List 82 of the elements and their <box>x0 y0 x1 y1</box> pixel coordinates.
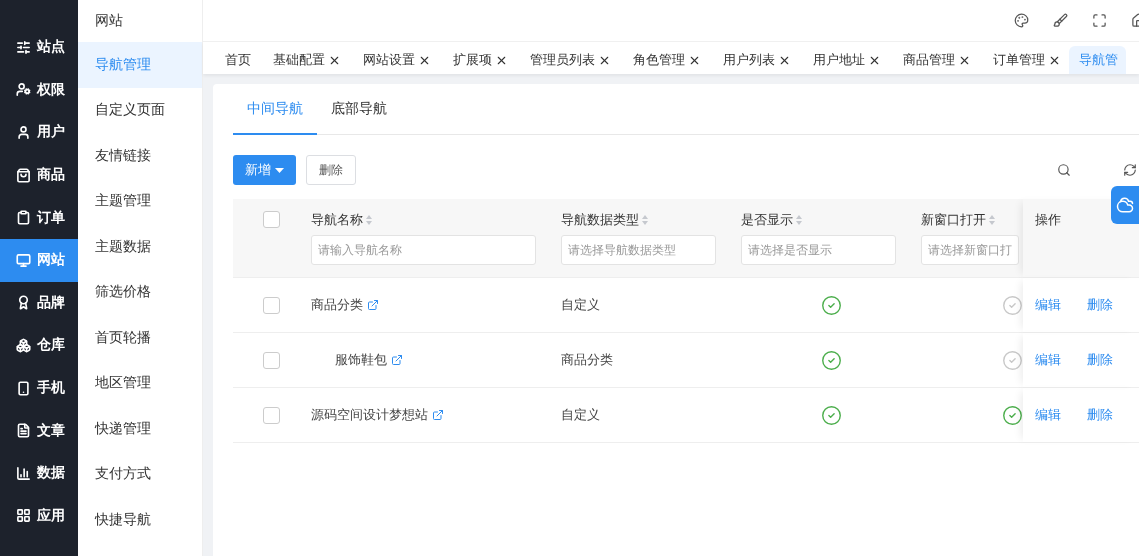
filter-field[interactable]: 请输入导航名称 <box>311 235 536 265</box>
nav-item[interactable]: 商品 <box>0 153 78 197</box>
page-tab[interactable]: 订单管理 <box>979 46 1069 74</box>
search-icon[interactable] <box>1057 163 1071 177</box>
column-header: 操作 <box>1023 199 1139 277</box>
row-checkbox[interactable] <box>263 406 280 424</box>
submenu-item[interactable]: 快捷导航 <box>78 497 202 543</box>
delete-link[interactable]: 删除 <box>1087 351 1113 369</box>
row-checkbox[interactable] <box>263 296 280 314</box>
sliders-icon <box>16 39 31 55</box>
edit-link[interactable]: 编辑 <box>1035 296 1061 314</box>
user-icon <box>16 125 31 140</box>
refresh-icon[interactable] <box>1123 163 1137 177</box>
page-tab[interactable]: 角色管理 <box>619 46 709 74</box>
page-tab[interactable]: 网站设置 <box>349 46 439 74</box>
clipboard-icon <box>16 210 31 226</box>
submenu-item[interactable]: 支付方式 <box>78 451 202 497</box>
content-tab[interactable]: 底部导航 <box>317 84 401 135</box>
monitor-icon <box>16 252 31 268</box>
caret-icon <box>275 167 284 173</box>
nav-item[interactable]: 站点 <box>0 26 78 69</box>
nav-item[interactable]: 品牌 <box>0 281 78 325</box>
external-link-icon[interactable] <box>367 299 379 311</box>
page-tab[interactable]: 首页 <box>211 46 259 74</box>
table-cell: 商品分类 <box>311 296 363 314</box>
submenu-item[interactable]: 快递管理 <box>78 406 202 452</box>
page-tab[interactable]: 扩展项 <box>439 46 516 74</box>
fullscreen-icon[interactable] <box>1092 13 1107 28</box>
nav-item[interactable]: 用户 <box>0 111 78 154</box>
table-cell: 服饰鞋包 <box>335 351 387 369</box>
submenu-title: 网站 <box>94 11 124 30</box>
award-icon <box>16 295 31 311</box>
page-tab[interactable]: 商品管理 <box>889 46 979 74</box>
edit-link[interactable]: 编辑 <box>1035 351 1061 369</box>
bar-chart-icon <box>16 465 31 481</box>
grid-icon <box>16 508 31 524</box>
page-tab[interactable]: 管理员列表 <box>516 46 619 74</box>
cloud-icon <box>1116 196 1134 214</box>
phone-icon <box>16 380 31 396</box>
palette-icon[interactable] <box>1014 13 1029 28</box>
submenu-item[interactable]: 自定义页面 <box>78 87 202 133</box>
boxes-icon <box>16 337 31 353</box>
external-link-icon[interactable] <box>432 409 444 421</box>
page-tab[interactable]: 基础配置 <box>259 46 349 74</box>
column-header: 导航名称 <box>311 211 363 229</box>
bag-icon <box>16 167 31 183</box>
content-tab[interactable]: 中间导航 <box>233 84 317 135</box>
nav-item[interactable]: 权限 <box>0 68 78 112</box>
select-all-checkbox[interactable] <box>263 211 280 228</box>
table-cell: 商品分类 <box>561 351 613 369</box>
page-tab[interactable]: 用户地址 <box>799 46 889 74</box>
submenu-item[interactable]: 筛选价格 <box>78 269 202 315</box>
submenu-item[interactable]: 友情链接 <box>78 133 202 179</box>
row-checkbox[interactable] <box>263 351 280 369</box>
document-icon <box>16 423 31 439</box>
column-header: 导航数据类型 <box>561 211 639 229</box>
table-cell: 自定义 <box>561 406 600 424</box>
brush-icon[interactable] <box>1053 13 1068 28</box>
nav-item[interactable]: 文章 <box>0 409 78 452</box>
submenu-item[interactable]: 地区管理 <box>78 360 202 406</box>
submenu-item[interactable]: 主题数据 <box>78 224 202 270</box>
nav-item[interactable]: 仓库 <box>0 324 78 367</box>
floating-button[interactable] <box>1111 186 1139 224</box>
column-header: 新窗口打开 <box>921 211 986 229</box>
edit-link[interactable]: 编辑 <box>1035 406 1061 424</box>
nav-item[interactable]: 数据 <box>0 451 78 495</box>
external-link-icon[interactable] <box>391 354 403 366</box>
nav-item[interactable]: 应用 <box>0 494 78 538</box>
table-cell: 源码空间设计梦想站 <box>311 406 428 424</box>
filter-field[interactable]: 请选择是否显示 <box>741 235 896 265</box>
delete-link[interactable]: 删除 <box>1087 296 1113 314</box>
filter-field[interactable]: 请选择新窗口打 <box>921 235 1019 265</box>
page-tab[interactable]: 用户列表 <box>709 46 799 74</box>
delete-link[interactable]: 删除 <box>1087 406 1113 424</box>
submenu-item[interactable]: 首页轮播 <box>78 315 202 361</box>
nav-item[interactable]: 订单 <box>0 196 78 239</box>
submenu-item[interactable]: 主题管理 <box>78 178 202 224</box>
column-header: 是否显示 <box>741 211 793 229</box>
delete-button[interactable]: 删除 <box>306 155 356 185</box>
filter-field[interactable]: 请选择导航数据类型 <box>561 235 716 265</box>
table-cell: 自定义 <box>561 296 600 314</box>
nav-item[interactable]: 手机 <box>0 366 78 410</box>
